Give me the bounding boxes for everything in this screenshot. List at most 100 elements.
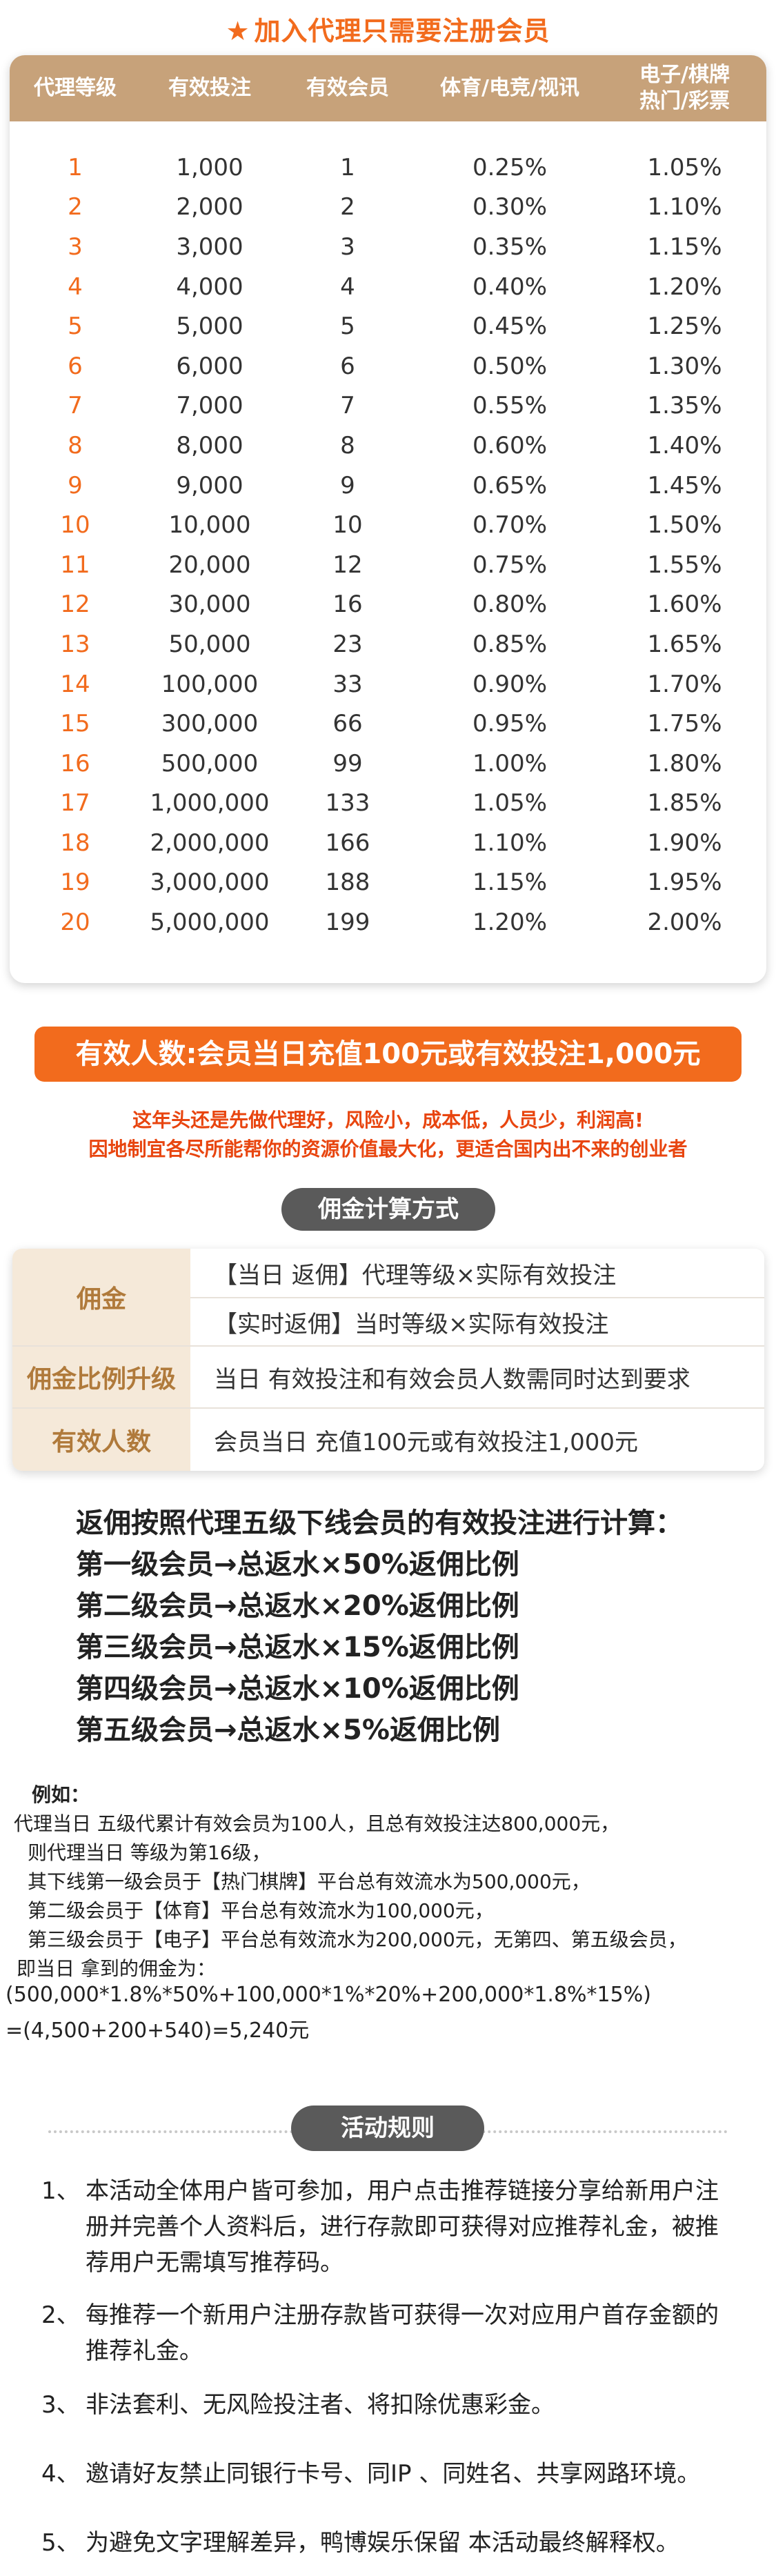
level-cell: 11	[60, 551, 90, 579]
table-row: 6 6,000 6 0.50% 1.30%	[10, 346, 766, 386]
table-row: 2 2,000 2 0.30% 1.10%	[10, 188, 766, 228]
sports-rate-cell: 1.10%	[472, 829, 547, 857]
active-members-text: 会员当日 充值100元或有效投注1,000元	[214, 1428, 639, 1456]
rule-item: 5、 为避免文字理解差异，鸭博娱乐保留 本活动最终解释权。	[41, 2525, 738, 2561]
rebate-intro: 返佣按照代理五级下线会员的有效投注进行计算：	[76, 1507, 683, 1539]
level-cell: 1	[68, 153, 83, 181]
rebate-level-4: 第四级会员→总返水×10%返佣比例	[76, 1673, 519, 1705]
example-line: 代理当日 五级代累计有效会员为100人，且总有效投注达800,000元，	[14, 1812, 620, 1835]
example-line: 第三级会员于【电子】平台总有效流水为200,000元，无第四、第五级会员，	[28, 1928, 687, 1951]
valid-members-cell: 12	[332, 551, 363, 579]
valid-bet-cell: 9,000	[176, 471, 243, 499]
slots-rate-cell: 1.50%	[647, 511, 722, 539]
table-row: 18 2,000,000 166 1.10% 1.90%	[10, 823, 766, 863]
star-icon: ★	[226, 16, 250, 46]
valid-members-cell: 3	[340, 232, 355, 261]
level-cell: 13	[60, 630, 90, 658]
example-formula: (500,000*1.8%*50%+100,000*1%*20%+200,000…	[6, 1983, 651, 2007]
valid-bet-cell: 1,000,000	[150, 789, 270, 818]
valid-members-cell: 133	[325, 789, 370, 818]
sports-rate-cell: 0.65%	[472, 471, 547, 499]
slots-rate-cell: 1.85%	[647, 789, 722, 818]
level-cell: 12	[60, 591, 90, 619]
valid-bet-cell: 20,000	[168, 551, 251, 579]
sports-rate-cell: 0.60%	[472, 431, 547, 459]
valid-bet-cell: 7,000	[176, 392, 243, 420]
valid-bet-cell: 50,000	[168, 630, 251, 658]
level-cell: 3	[68, 232, 83, 261]
header-valid-members: 有效会员	[306, 76, 389, 100]
valid-members-cell: 1	[340, 153, 355, 181]
slots-rate-cell: 1.05%	[647, 153, 722, 181]
level-cell: 10	[60, 511, 90, 539]
table-row: 4 4,000 4 0.40% 1.20%	[10, 267, 766, 307]
valid-bet-cell: 5,000,000	[150, 909, 270, 937]
table-row: 1 1,000 1 0.25% 1.05%	[10, 148, 766, 188]
slots-rate-cell: 1.35%	[647, 392, 722, 420]
level-cell: 5	[68, 313, 83, 341]
level-cell: 8	[68, 431, 83, 459]
table-row: 17 1,000,000 133 1.05% 1.85%	[10, 784, 766, 824]
slots-rate-cell: 1.40%	[647, 431, 722, 459]
table-row: 7 7,000 7 0.55% 1.35%	[10, 386, 766, 426]
rule-number: 2、	[41, 2301, 80, 2329]
commission-section-title: 佣金计算方式	[281, 1188, 495, 1231]
table-row: 11 20,000 12 0.75% 1.55%	[10, 545, 766, 585]
valid-members-cell: 5	[340, 313, 355, 341]
slots-rate-cell: 1.15%	[647, 232, 722, 261]
valid-members-cell: 7	[340, 392, 355, 420]
table-row: 16 500,000 99 1.00% 1.80%	[10, 744, 766, 784]
slots-rate-cell: 1.25%	[647, 313, 722, 341]
rule-text: 邀请好友禁止同银行卡号、同IP 、同姓名、共享网路环境。	[86, 2460, 701, 2488]
level-cell: 18	[60, 829, 90, 857]
valid-bet-cell: 4,000	[176, 273, 243, 301]
valid-bet-cell: 8,000	[176, 431, 243, 459]
sports-rate-cell: 0.45%	[472, 313, 547, 341]
example-label: 例如：	[32, 1783, 90, 1806]
sports-rate-cell: 0.70%	[472, 511, 547, 539]
sports-rate-cell: 0.30%	[472, 193, 547, 221]
sports-rate-cell: 0.85%	[472, 630, 547, 658]
valid-bet-cell: 6,000	[176, 352, 243, 380]
slogan-line-2: 因地制宜各尽所能帮你的资源价值最大化，更适合国内出不来的创业者	[88, 1138, 688, 1160]
table-row: 19 3,000,000 188 1.15% 1.95%	[10, 863, 766, 903]
rebate-level-1: 第一级会员→总返水×50%返佣比例	[76, 1549, 519, 1581]
valid-members-cell: 99	[332, 749, 363, 777]
rule-item: 4、 邀请好友禁止同银行卡号、同IP 、同姓名、共享网路环境。	[41, 2456, 738, 2492]
commission-label: 佣金	[12, 1249, 190, 1345]
slots-rate-cell: 1.90%	[647, 829, 722, 857]
sports-rate-cell: 0.50%	[472, 352, 547, 380]
rule-text: 每推荐一个新用户注册存款皆可获得一次对应用户首存金额的推荐礼金。	[86, 2301, 719, 2365]
realtime-rebate-text: 【实时返佣】当时等级×实际有效投注	[214, 1310, 609, 1338]
sports-rate-cell: 1.20%	[472, 909, 547, 937]
slogan-line-1: 这年头还是先做代理好，风险小，成本低，人员少，利润高!	[132, 1109, 644, 1131]
table-row: 3 3,000 3 0.35% 1.15%	[10, 227, 766, 267]
valid-members-cell: 166	[325, 829, 370, 857]
slots-rate-cell: 1.30%	[647, 352, 722, 380]
slots-rate-cell: 1.75%	[647, 710, 722, 738]
level-cell: 16	[60, 749, 90, 777]
rule-text: 本活动全体用户皆可参加，用户点击推荐链接分享给新用户注册并完善个人资料后，进行存…	[86, 2177, 719, 2277]
slots-rate-cell: 1.65%	[647, 630, 722, 658]
rule-number: 5、	[41, 2529, 80, 2557]
level-cell: 4	[68, 273, 83, 301]
commission-table: 佣金 【当日 返佣】代理等级×实际有效投注 【实时返佣】当时等级×实际有效投注 …	[12, 1249, 764, 1471]
active-members-label: 有效人数	[12, 1409, 190, 1471]
slots-rate-cell: 1.60%	[647, 591, 722, 619]
level-cell: 19	[60, 869, 90, 897]
slots-rate-cell: 1.95%	[647, 869, 722, 897]
valid-members-cell: 16	[332, 591, 363, 619]
table-body: 1 1,000 1 0.25% 1.05% 2 2,000 2 0.30% 1.10% 3 3,000…	[10, 121, 766, 942]
header-slots-rate: 电子/棋牌 热门/彩票	[639, 63, 730, 113]
valid-members-banner: 有效人数:会员当日充值100元或有效投注1,000元	[34, 1027, 742, 1082]
example-line: 第二级会员于【体育】平台总有效流水为100,000元，	[28, 1899, 494, 1922]
valid-members-cell: 8	[340, 431, 355, 459]
rule-number: 1、	[41, 2177, 80, 2205]
slots-rate-cell: 2.00%	[647, 909, 722, 937]
rule-number: 3、	[41, 2391, 80, 2419]
rebate-level-5: 第五级会员→总返水×5%返佣比例	[76, 1714, 500, 1746]
rule-text: 非法套利、无风险投注者、将扣除优惠彩金。	[86, 2391, 555, 2419]
rebate-level-3: 第三级会员→总返水×15%返佣比例	[76, 1632, 519, 1663]
example-line: 其下线第一级会员于【热门棋牌】平台总有效流水为500,000元，	[28, 1870, 590, 1893]
rule-item: 3、 非法套利、无风险投注者、将扣除优惠彩金。	[41, 2387, 738, 2423]
